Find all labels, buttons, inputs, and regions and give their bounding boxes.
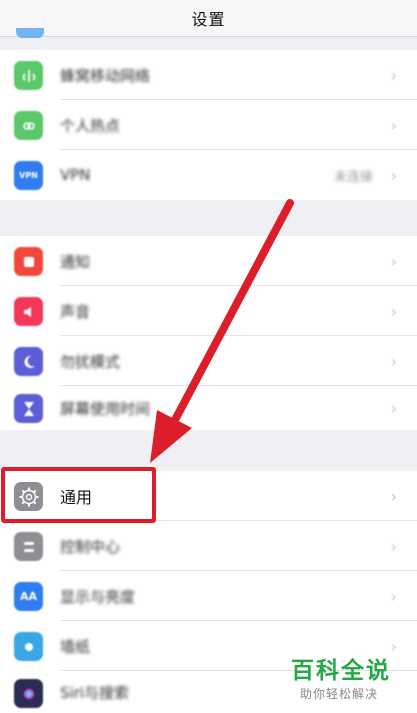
watermark-title: 百科全说 [291, 658, 391, 684]
watermark-subtitle: 助你轻松解决 [300, 687, 379, 701]
annotation-arrow [150, 199, 294, 463]
